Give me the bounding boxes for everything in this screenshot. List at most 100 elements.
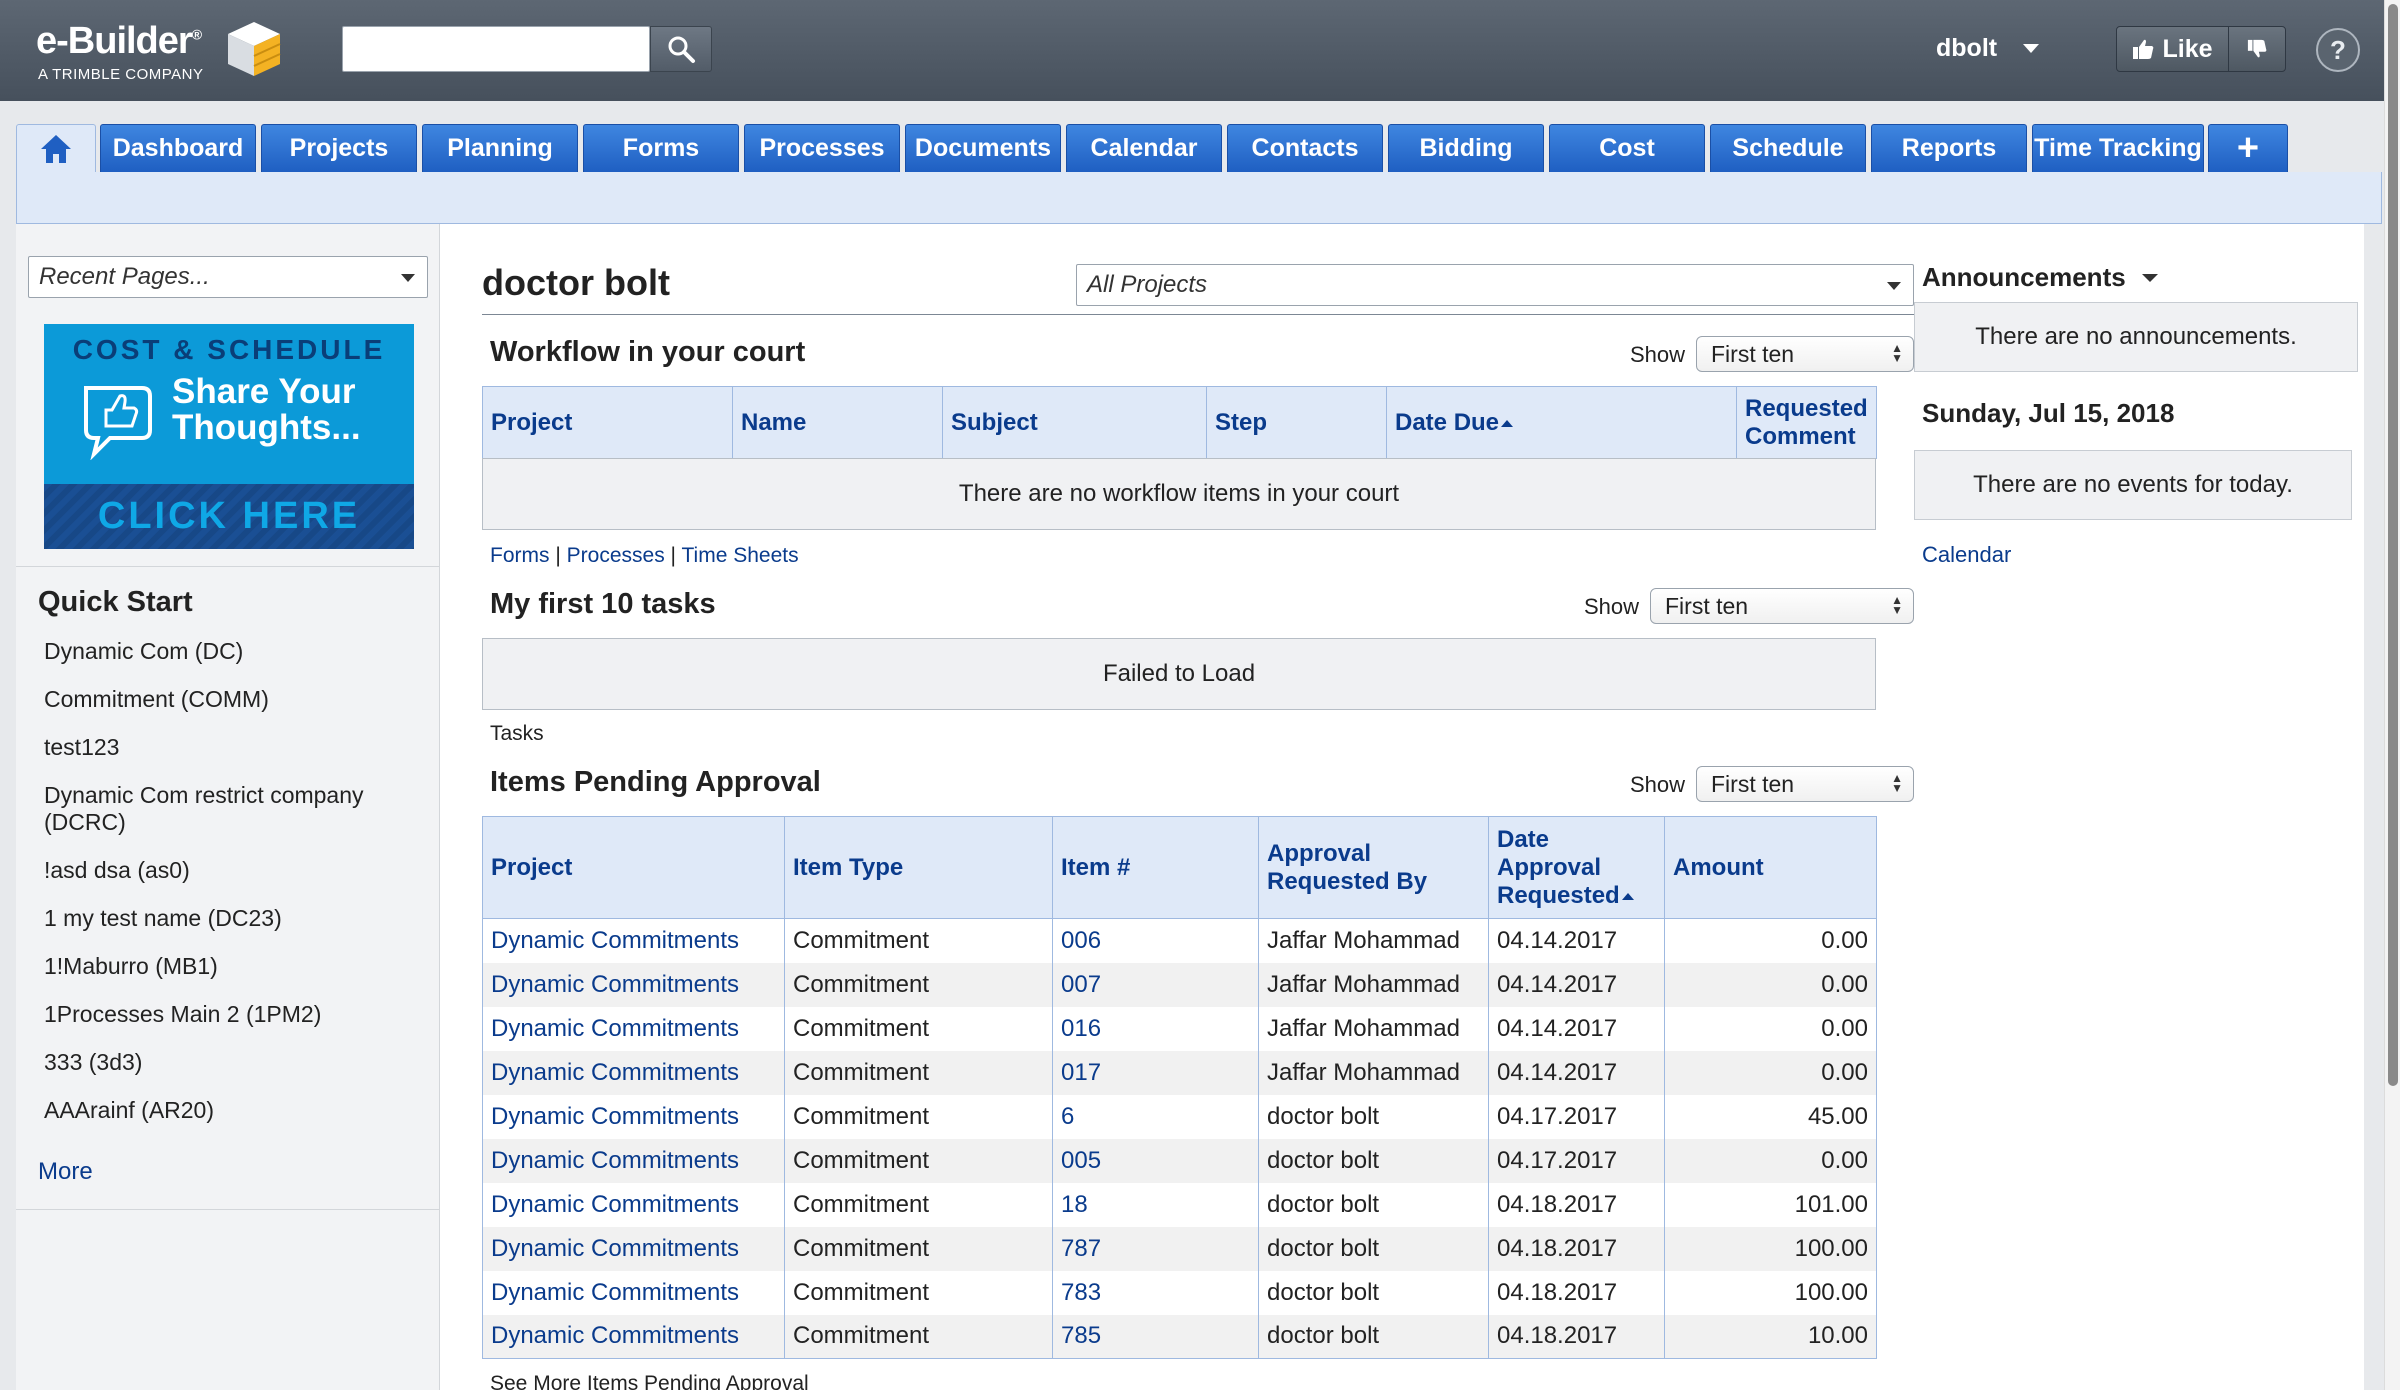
user-menu[interactable]: dbolt [1936, 30, 2040, 66]
project-filter-dropdown[interactable]: All Projects [1076, 264, 1914, 306]
tab-dashboard[interactable]: Dashboard [100, 124, 256, 172]
item-number-link[interactable]: 007 [1061, 971, 1101, 998]
quick-start-item[interactable]: 333 (3d3) [44, 1049, 424, 1076]
quick-start-item[interactable]: 1 my test name (DC23) [44, 905, 424, 932]
time-sheets-link[interactable]: Time Sheets [681, 544, 798, 567]
date-cell: 04.14.2017 [1488, 918, 1665, 963]
quick-start-item[interactable]: AAArainf (AR20) [44, 1097, 424, 1124]
item-number-link[interactable]: 005 [1061, 1147, 1101, 1174]
left-sidebar: Recent Pages... COST & SCHEDULE Share Yo… [16, 224, 440, 1390]
column-header-project[interactable]: Project [482, 816, 785, 919]
like-button[interactable]: Like [2117, 27, 2229, 71]
quick-start-item[interactable]: 1!Maburro (MB1) [44, 953, 424, 980]
tab-cost[interactable]: Cost [1549, 124, 1705, 172]
column-header-item-number[interactable]: Item # [1052, 816, 1259, 919]
column-header-approval-requested-by[interactable]: Approval Requested By [1258, 816, 1489, 919]
column-header-project[interactable]: Project [482, 386, 733, 459]
workflow-show-select[interactable]: First ten ▲ ▼ [1696, 336, 1914, 372]
tab-home[interactable] [16, 124, 96, 172]
project-link[interactable]: Dynamic Commitments [491, 927, 739, 954]
add-tab-button[interactable]: + [2208, 124, 2288, 172]
item-number-link[interactable]: 017 [1061, 1059, 1101, 1086]
column-header-name[interactable]: Name [732, 386, 943, 459]
up-down-arrows-icon: ▲ ▼ [1891, 593, 1903, 617]
tab-reports[interactable]: Reports [1871, 124, 2027, 172]
requested-by-cell: doctor bolt [1258, 1226, 1489, 1271]
requested-by-cell: doctor bolt [1258, 1182, 1489, 1227]
link-separator: | [555, 544, 561, 567]
announcements-dropdown[interactable]: Announcements [1922, 262, 2158, 293]
logo-text: e-Builder [36, 20, 193, 62]
forms-link[interactable]: Forms [490, 544, 550, 567]
tab-processes[interactable]: Processes [744, 124, 900, 172]
banner-cta[interactable]: CLICK HERE [44, 484, 414, 549]
date-cell: 04.18.2017 [1488, 1182, 1665, 1227]
date-cell: 04.14.2017 [1488, 1050, 1665, 1095]
quick-start-item[interactable]: Dynamic Com (DC) [44, 638, 424, 665]
column-header-subject[interactable]: Subject [942, 386, 1207, 459]
project-link[interactable]: Dynamic Commitments [491, 1059, 739, 1086]
item-number-link[interactable]: 785 [1061, 1322, 1101, 1349]
project-link[interactable]: Dynamic Commitments [491, 1279, 739, 1306]
requested-by-cell: doctor bolt [1258, 1094, 1489, 1139]
project-link[interactable]: Dynamic Commitments [491, 971, 739, 998]
item-number-link[interactable]: 006 [1061, 927, 1101, 954]
thumbs-down-icon [2247, 39, 2267, 58]
processes-link[interactable]: Processes [567, 544, 665, 567]
project-link[interactable]: Dynamic Commitments [491, 1322, 739, 1349]
column-header-requested-comment[interactable]: Requested Comment [1736, 386, 1877, 459]
table-row: Dynamic Commitments Commitment 785 docto… [482, 1314, 1877, 1359]
thumbs-up-icon [2133, 39, 2154, 59]
quick-start-item[interactable]: 1Processes Main 2 (1PM2) [44, 1001, 424, 1028]
tasks-show-select[interactable]: First ten ▲ ▼ [1650, 588, 1914, 624]
tab-projects[interactable]: Projects [261, 124, 417, 172]
speech-bubble-icon [84, 386, 152, 460]
tab-calendar[interactable]: Calendar [1066, 124, 1222, 172]
item-number-link[interactable]: 787 [1061, 1235, 1101, 1262]
item-number-link[interactable]: 783 [1061, 1279, 1101, 1306]
column-header-amount[interactable]: Amount [1664, 816, 1877, 919]
quick-start-item[interactable]: !asd dsa (as0) [44, 857, 424, 884]
tab-documents[interactable]: Documents [905, 124, 1061, 172]
project-link[interactable]: Dynamic Commitments [491, 1103, 739, 1130]
project-link[interactable]: Dynamic Commitments [491, 1235, 739, 1262]
dislike-button[interactable] [2229, 27, 2285, 71]
tab-time-tracking[interactable]: Time Tracking [2032, 124, 2204, 172]
amount-cell: 0.00 [1664, 1138, 1877, 1183]
amount-cell: 100.00 [1664, 1226, 1877, 1271]
e-builder-logo[interactable]: e-Builder® A TRIMBLE COMPANY [36, 20, 286, 90]
help-button[interactable]: ? [2316, 28, 2360, 72]
tab-schedule[interactable]: Schedule [1710, 124, 1866, 172]
feedback-banner[interactable]: COST & SCHEDULE Share Your Thoughts... C… [44, 324, 414, 549]
scrollbar-thumb[interactable] [2388, 4, 2398, 1086]
item-number-link[interactable]: 18 [1061, 1191, 1088, 1218]
recent-pages-dropdown[interactable]: Recent Pages... [28, 256, 428, 298]
quick-start-more-link[interactable]: More [38, 1158, 93, 1186]
search-button[interactable] [650, 26, 712, 72]
column-header-date-due[interactable]: Date Due [1386, 386, 1737, 459]
global-search-input[interactable] [342, 26, 650, 72]
quick-start-item[interactable]: test123 [44, 734, 424, 761]
see-more-pending-link[interactable]: See More Items Pending Approval [490, 1372, 809, 1390]
column-header-date-approval-requested[interactable]: Date Approval Requested [1488, 816, 1665, 919]
quick-start-item[interactable]: Commitment (COMM) [44, 686, 424, 713]
project-link[interactable]: Dynamic Commitments [491, 1191, 739, 1218]
tab-bidding[interactable]: Bidding [1388, 124, 1544, 172]
table-row: Dynamic Commitments Commitment 017 Jaffa… [482, 1050, 1877, 1095]
item-number-link[interactable]: 6 [1061, 1103, 1074, 1130]
tab-contacts[interactable]: Contacts [1227, 124, 1383, 172]
pending-show-select[interactable]: First ten ▲ ▼ [1696, 766, 1914, 802]
column-header-step[interactable]: Step [1206, 386, 1387, 459]
calendar-link[interactable]: Calendar [1922, 542, 2011, 568]
tab-forms[interactable]: Forms [583, 124, 739, 172]
project-link[interactable]: Dynamic Commitments [491, 1015, 739, 1042]
page-scrollbar[interactable] [2384, 0, 2400, 1390]
tab-planning[interactable]: Planning [422, 124, 578, 172]
quick-start-item[interactable]: Dynamic Com restrict company (DCRC) [44, 782, 424, 836]
up-down-arrows-icon: ▲ ▼ [1891, 771, 1903, 795]
current-date: Sunday, Jul 15, 2018 [1922, 398, 2175, 428]
column-header-item-type[interactable]: Item Type [784, 816, 1053, 919]
project-link[interactable]: Dynamic Commitments [491, 1147, 739, 1174]
item-number-link[interactable]: 016 [1061, 1015, 1101, 1042]
tasks-link[interactable]: Tasks [490, 722, 544, 746]
